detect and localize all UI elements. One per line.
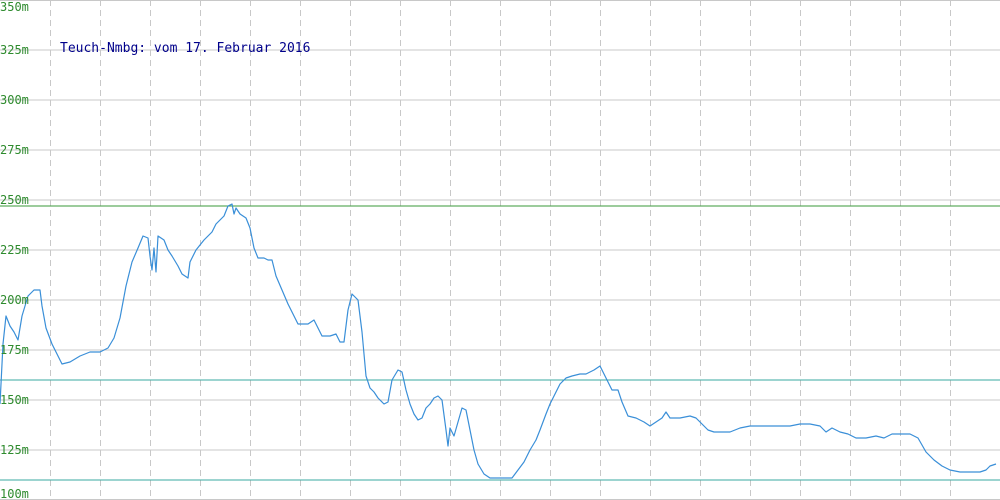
y-tick-label-6: 200m <box>0 293 29 307</box>
line-chart: 350m 325m 300m 275m 250m 225m 200m 175m 150m 125m… <box>0 0 1000 500</box>
y-tick-label-10: 100m <box>0 487 29 500</box>
y-tick-label-3: 275m <box>0 143 29 157</box>
y-tick-label-8: 150m <box>0 393 29 407</box>
y-tick-label-5: 225m <box>0 243 29 257</box>
y-tick-label-2: 300m <box>0 93 29 107</box>
chart-title: Teuch-Nmbg: vom 17. Februar 2016 <box>60 41 310 56</box>
y-tick-label-9: 125m <box>0 443 29 457</box>
y-tick-label-7: 175m <box>0 343 29 357</box>
y-tick-label-0: 350m <box>0 0 29 14</box>
y-tick-label-4: 250m <box>0 193 29 207</box>
y-tick-label-1: 325m <box>0 43 29 57</box>
